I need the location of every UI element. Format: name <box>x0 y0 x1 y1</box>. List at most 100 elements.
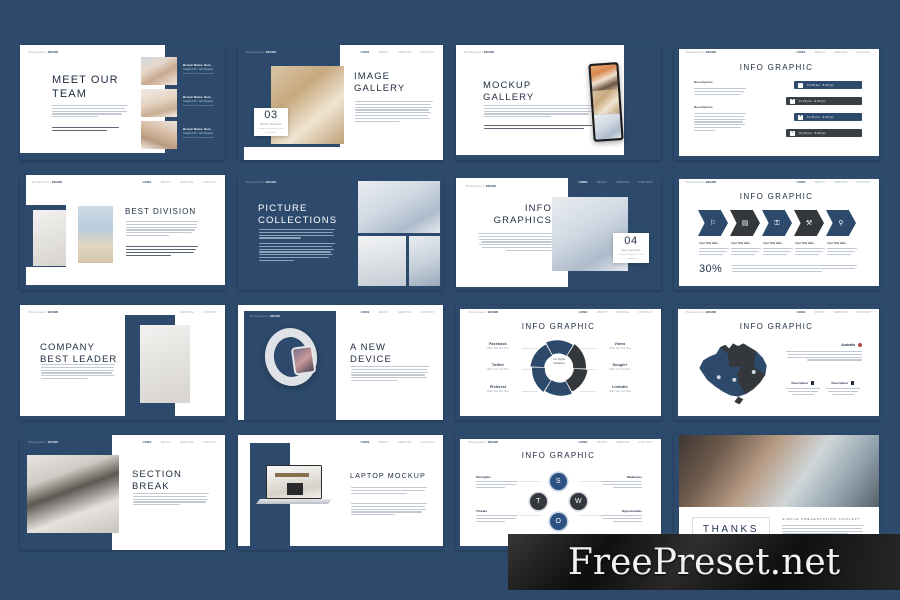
nav-item[interactable]: CONTACT <box>639 311 653 314</box>
nav-item[interactable]: ABOUT <box>379 51 389 54</box>
schedule-bar[interactable]: ⚿ 01.00 pm - 5.00 pm <box>786 129 862 137</box>
swot-node-s[interactable]: S <box>550 473 567 490</box>
nav-item[interactable]: HOME <box>797 181 806 184</box>
nav-item[interactable]: CONTACT <box>857 181 871 184</box>
nav-item[interactable]: SERVICE <box>616 441 629 444</box>
slide-a-new-device[interactable]: Presentation BRAND HOME ABOUT SERVICE CO… <box>238 305 443 420</box>
nav-item[interactable]: SERVICE <box>616 181 629 184</box>
slide-nav[interactable]: HOME ABOUT SERVICE CONTACT <box>797 311 871 314</box>
nav-item[interactable]: ABOUT <box>597 441 607 444</box>
slide-nav[interactable]: HOME ABOUT SERVICE CONTACT <box>143 181 217 184</box>
nav-item[interactable]: CONTACT <box>639 181 653 184</box>
slide-best-division[interactable]: Presentation BRAND HOME ABOUT SERVICE CO… <box>20 175 225 290</box>
slide-section-break[interactable]: Presentation BRAND HOME ABOUT SERVICE CO… <box>20 435 225 550</box>
page-title: SECTION BREAK <box>132 469 182 493</box>
slide-nav[interactable]: HOME ABOUT SERVICE CONTACT <box>361 441 435 444</box>
slide-info-graphic-swot[interactable]: Presentation BRAND HOME ABOUT SERVICE CO… <box>456 435 661 550</box>
nav-item[interactable]: SERVICE <box>834 51 847 54</box>
nav-item[interactable]: HOME <box>361 51 370 54</box>
section-photo <box>27 455 119 533</box>
slide-nav[interactable]: SERVICE CONTACT <box>180 311 217 314</box>
nav-item[interactable]: HOME <box>579 181 588 184</box>
nav-item[interactable]: SERVICE <box>398 51 411 54</box>
schedule-bar[interactable]: ☂ 11.00 pm - 9.00 pm <box>786 97 862 105</box>
nav-item[interactable]: CONTACT <box>203 441 217 444</box>
donut-legend-item: Google+ Write Your Text Here <box>609 363 631 372</box>
schedule-bar[interactable]: ⚐ 10.00 am - 8.00 pm <box>794 81 862 89</box>
nav-item[interactable]: CONTACT <box>203 311 217 314</box>
slide-nav[interactable]: HOME ABOUT SERVICE CONTACT <box>579 181 653 184</box>
schedule-bar[interactable]: ⚑ 12.00 pm - 6.00 pm <box>794 113 862 121</box>
nav-item[interactable]: SERVICE <box>616 311 629 314</box>
slide-grid: Presentation BRAND MEET OUR TEAM Brand N… <box>20 45 880 560</box>
slide-nav[interactable]: HOME ABOUT SERVICE CONTACT <box>143 441 217 444</box>
nav-item[interactable]: ABOUT <box>815 181 825 184</box>
slide-meet-our-team[interactable]: Presentation BRAND MEET OUR TEAM Brand N… <box>20 45 225 160</box>
slide-company-best-leader[interactable]: Presentation BRAND SERVICE CONTACT COMPA… <box>20 305 225 420</box>
slide-nav[interactable]: HOME ABOUT SERVICE CONTACT <box>797 51 871 54</box>
nav-item[interactable]: SERVICE <box>180 311 193 314</box>
step-chevron[interactable]: ▤ <box>730 210 760 236</box>
laptop-mockup <box>256 465 332 504</box>
nav-item[interactable]: CONTACT <box>639 441 653 444</box>
slide-mockup-gallery[interactable]: Presentation BRAND HOME MOCKUP GALLERY <box>456 45 661 160</box>
nav-item[interactable]: ABOUT <box>379 311 389 314</box>
step-chevron[interactable]: ⚐ <box>698 210 728 236</box>
nav-item[interactable]: ABOUT <box>597 311 607 314</box>
nav-item[interactable]: HOME <box>579 311 588 314</box>
nav-item[interactable]: CONTACT <box>421 51 435 54</box>
nav-item[interactable]: ABOUT <box>379 441 389 444</box>
nav-item[interactable]: ABOUT <box>815 311 825 314</box>
swot-label-threats: Threats <box>476 509 518 522</box>
nav-item[interactable]: SERVICE <box>180 181 193 184</box>
slide-image-gallery[interactable]: Presentation BRAND HOME ABOUT SERVICE CO… <box>238 45 443 160</box>
slide-thanks[interactable]: THANKS SIMPLE PRESENTATION CONCEPT <box>674 435 879 550</box>
nav-item[interactable]: ABOUT <box>161 441 171 444</box>
swot-node-t[interactable]: T <box>530 493 547 510</box>
slide-nav[interactable]: HOME ABOUT SERVICE CONTACT <box>797 181 871 184</box>
step-chevron[interactable]: ⚒ <box>794 210 824 236</box>
member-photo <box>141 57 177 85</box>
nav-item[interactable]: HOME <box>143 181 152 184</box>
step-chevron[interactable]: ⚿ <box>762 210 792 236</box>
footer-paragraph <box>732 265 857 272</box>
nav-item[interactable]: CONTACT <box>857 311 871 314</box>
slide-nav[interactable]: HOME <box>644 51 653 54</box>
slide-info-graphics[interactable]: Presentation BRAND HOME ABOUT SERVICE CO… <box>456 175 661 290</box>
slide-info-graphic-map[interactable]: Presentation BRAND HOME ABOUT SERVICE CO… <box>674 305 879 420</box>
slide-info-graphic-schedule[interactable]: Presentation BRAND HOME ABOUT SERVICE CO… <box>674 45 879 160</box>
nav-item[interactable]: HOME <box>644 51 653 54</box>
nav-item[interactable]: CONTACT <box>203 181 217 184</box>
slide-info-graphic-donut[interactable]: Presentation BRAND HOME ABOUT SERVICE CO… <box>456 305 661 420</box>
swot-node-o[interactable]: O <box>550 513 567 530</box>
australia-map[interactable] <box>694 337 772 407</box>
slide-nav[interactable]: HOME ABOUT SERVICE CONTACT <box>579 441 653 444</box>
nav-item[interactable]: SERVICE <box>398 441 411 444</box>
slide-info-graphic-chevrons[interactable]: Presentation BRAND HOME ABOUT SERVICE CO… <box>674 175 879 290</box>
nav-item[interactable]: SERVICE <box>180 441 193 444</box>
slide-nav[interactable]: HOME ABOUT SERVICE CONTACT <box>361 51 435 54</box>
swot-node-w[interactable]: W <box>570 493 587 510</box>
nav-item[interactable]: HOME <box>361 441 370 444</box>
map-pin <box>751 370 756 374</box>
slide-picture-collections[interactable]: Presentation BRAND PICTURE COLLECTIONS <box>238 175 443 290</box>
step-chevron[interactable]: ⚲ <box>826 210 856 236</box>
nav-item[interactable]: HOME <box>797 51 806 54</box>
nav-item[interactable]: SERVICE <box>834 311 847 314</box>
nav-item[interactable]: CONTACT <box>857 51 871 54</box>
slide-laptop-mockup[interactable]: HOME ABOUT SERVICE CONTACT LAPTOP MOCKUP <box>238 435 443 550</box>
nav-item[interactable]: SERVICE <box>834 181 847 184</box>
nav-item[interactable]: HOME <box>579 441 588 444</box>
nav-item[interactable]: HOME <box>361 311 370 314</box>
nav-item[interactable]: ABOUT <box>815 51 825 54</box>
accent-strip-bottom <box>238 546 443 550</box>
nav-item[interactable]: HOME <box>143 441 152 444</box>
nav-item[interactable]: ABOUT <box>597 181 607 184</box>
nav-item[interactable]: HOME <box>797 311 806 314</box>
nav-item[interactable]: CONTACT <box>421 311 435 314</box>
slide-nav[interactable]: HOME ABOUT SERVICE CONTACT <box>579 311 653 314</box>
nav-item[interactable]: ABOUT <box>161 181 171 184</box>
nav-item[interactable]: CONTACT <box>421 441 435 444</box>
slide-nav[interactable]: HOME ABOUT SERVICE CONTACT <box>361 311 435 314</box>
nav-item[interactable]: SERVICE <box>398 311 411 314</box>
